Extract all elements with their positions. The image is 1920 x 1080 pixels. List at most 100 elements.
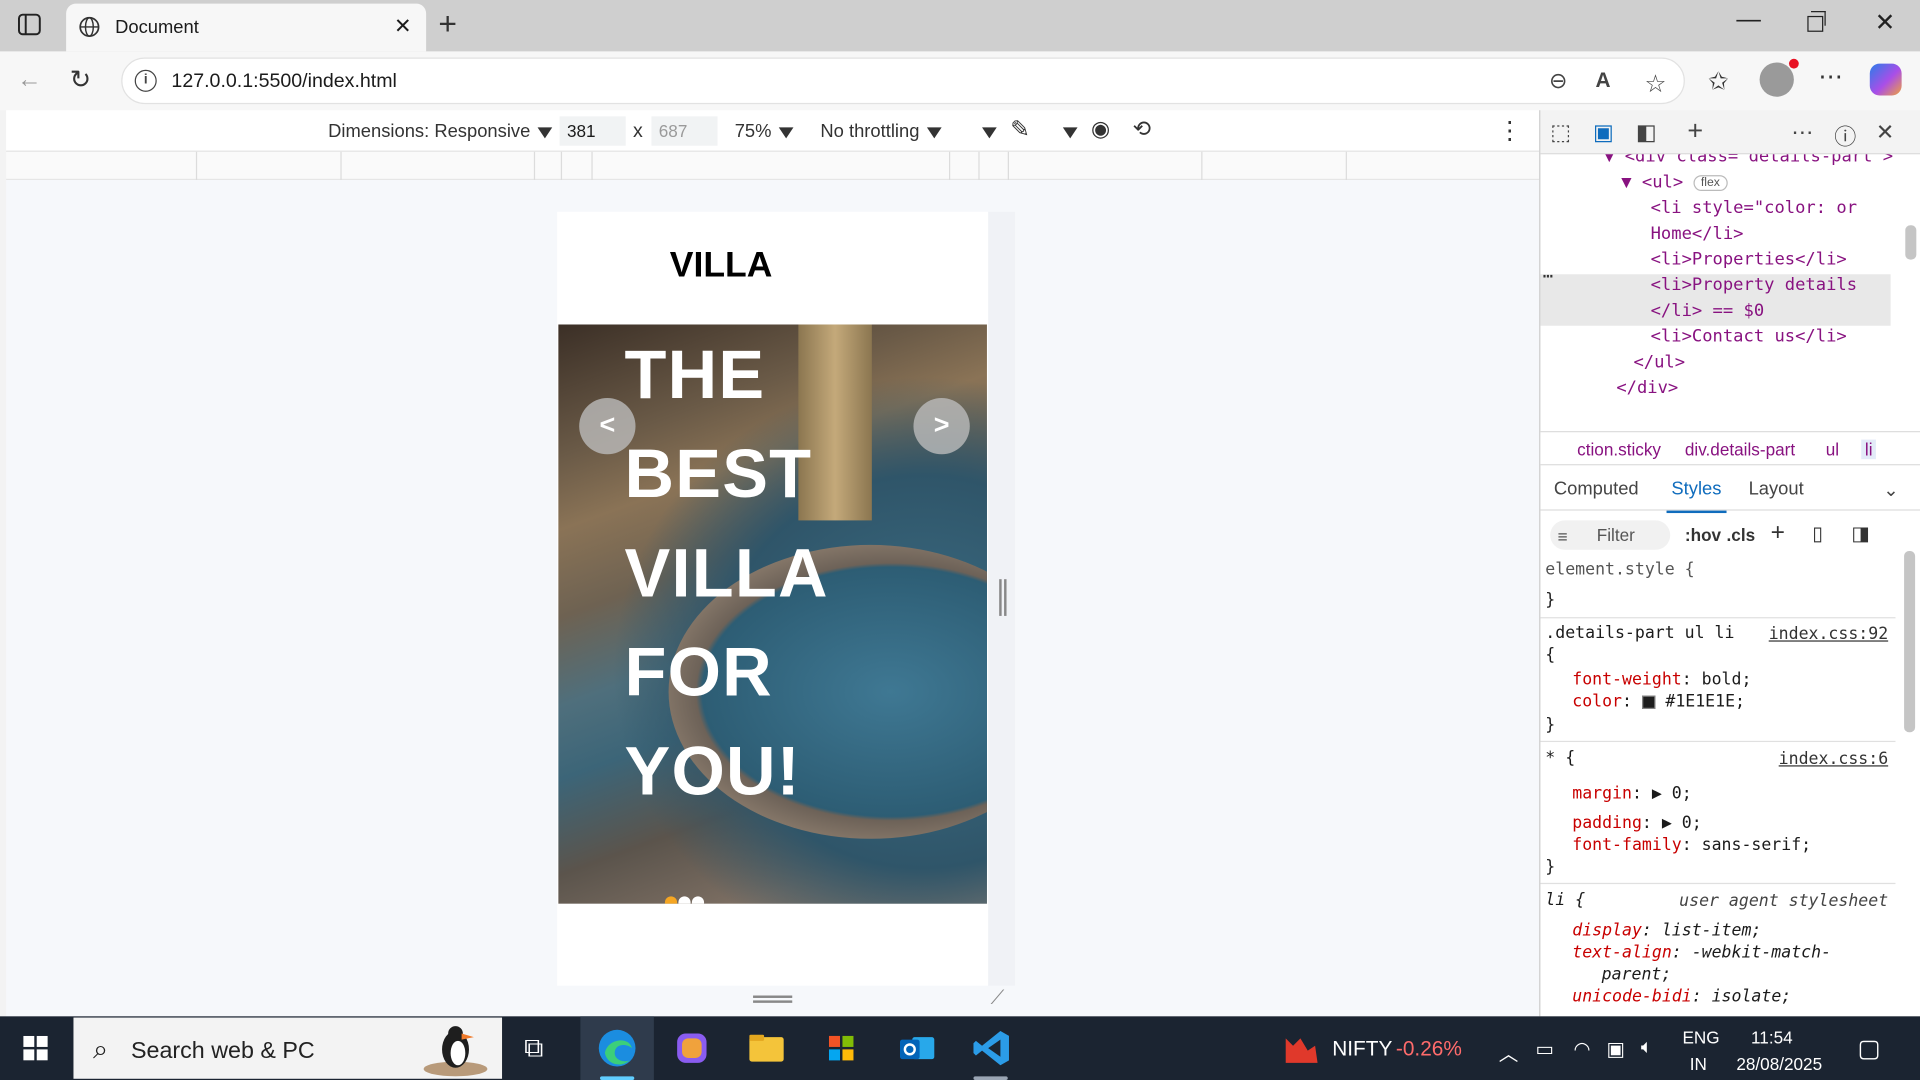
paint-icon[interactable]: ▯ <box>1812 522 1823 546</box>
language-top[interactable]: ENG <box>1682 1027 1719 1047</box>
close-devtools-icon[interactable]: ✕ <box>1876 120 1894 146</box>
url-text[interactable]: 127.0.0.1:5500/index.html <box>171 71 396 93</box>
clock-date[interactable]: 28/08/2025 <box>1736 1054 1822 1074</box>
slide-dot[interactable] <box>691 896 705 904</box>
battery-icon[interactable]: ▭ <box>1536 1037 1555 1061</box>
node-actions-icon[interactable]: ⋯ <box>1543 267 1553 287</box>
rule-selector[interactable]: li { <box>1545 890 1585 910</box>
device-emulation-icon[interactable]: ▣ <box>1593 120 1614 146</box>
breadcrumb-item[interactable]: ul <box>1826 440 1839 460</box>
copilot-icon[interactable] <box>1869 63 1902 96</box>
prev-slide-button[interactable]: < <box>579 397 636 455</box>
task-view-icon[interactable]: ⧉ <box>524 1032 543 1064</box>
volume-icon[interactable]: 🔈︎ <box>1641 1037 1653 1059</box>
dom-line[interactable]: ▼ <ul> flex <box>1621 173 1728 192</box>
style-property[interactable]: margin: ▶ 0; <box>1572 784 1691 804</box>
wifi-icon[interactable]: ◠ <box>1573 1037 1590 1061</box>
taskbar-search[interactable]: ⌕ Search web & PC <box>73 1017 503 1079</box>
minimize-icon[interactable]: — <box>1736 6 1760 34</box>
elements-tree[interactable]: ▼ <div class= details-part > ▼ <ul> flex… <box>1540 154 1920 448</box>
element-style-selector[interactable]: element.style { <box>1545 560 1694 580</box>
dimensions-dropdown[interactable]: Dimensions: Responsive <box>328 121 553 142</box>
outlook-icon[interactable] <box>895 1026 939 1070</box>
resize-handle-right[interactable] <box>999 579 1007 616</box>
breadcrumb-item[interactable]: li <box>1861 439 1877 460</box>
flex-badge[interactable]: flex <box>1693 174 1728 191</box>
color-picker-icon[interactable]: ✎ <box>1010 116 1029 144</box>
chevron-down-icon[interactable]: ⌄ <box>1883 479 1898 501</box>
site-info-icon[interactable]: i <box>134 69 157 92</box>
more-options-icon[interactable]: ⋯ <box>1818 61 1842 92</box>
profile-avatar[interactable] <box>1759 58 1799 97</box>
restore-icon[interactable] <box>1807 11 1826 32</box>
device-more-icon[interactable]: ⋮ <box>1498 115 1522 146</box>
throttling-dropdown[interactable]: No throttling <box>820 121 942 142</box>
copilot-app-icon[interactable] <box>670 1026 714 1070</box>
address-bar[interactable]: i 127.0.0.1:5500/index.html ⊖ A ☆ <box>121 57 1685 105</box>
height-input[interactable]: 687 <box>651 116 718 146</box>
rule-selector[interactable]: .details-part ul li <box>1545 623 1734 643</box>
language-bottom[interactable]: IN <box>1690 1054 1707 1074</box>
media-query-ruler[interactable] <box>6 151 1540 181</box>
add-tool-icon[interactable]: + <box>1687 115 1703 147</box>
cls-toggle[interactable]: .cls <box>1727 525 1756 545</box>
devtools-more-icon[interactable]: ⋯ <box>1791 120 1813 146</box>
tab-actions-icon[interactable] <box>17 12 41 36</box>
dom-line[interactable]: <li style="color: or <box>1651 198 1857 218</box>
favorite-star-icon[interactable]: ☆ <box>1644 69 1666 100</box>
file-explorer-icon[interactable] <box>744 1026 788 1070</box>
breadcrumb-item[interactable]: div.details-part <box>1685 440 1795 460</box>
dom-line[interactable]: <li>Properties</li> <box>1651 250 1847 270</box>
zoom-out-icon[interactable]: ⊖ <box>1549 69 1567 95</box>
rule-selector[interactable]: * { <box>1545 748 1575 768</box>
back-icon[interactable]: ← <box>17 66 41 94</box>
more-device-dropdown[interactable] <box>975 121 997 142</box>
new-rule-icon[interactable]: + <box>1771 519 1785 547</box>
stock-down-icon[interactable] <box>1283 1031 1320 1065</box>
dom-line[interactable]: ▼ <div class= details-part > <box>1604 154 1893 166</box>
window-close-icon[interactable]: ✕ <box>1875 7 1896 38</box>
dom-vertical-scrollbar[interactable] <box>1905 225 1917 260</box>
style-property[interactable]: font-family: sans-serif; <box>1572 835 1811 855</box>
clock-time[interactable]: 11:54 <box>1751 1027 1793 1047</box>
source-link[interactable]: index.css:92 <box>1769 624 1888 644</box>
vision-dropdown[interactable] <box>1056 121 1078 142</box>
notifications-icon[interactable]: ▢ <box>1858 1033 1881 1064</box>
tab-computed[interactable]: Computed <box>1554 479 1639 500</box>
site-logo[interactable]: VILLA <box>670 246 773 286</box>
dom-line[interactable]: Home</li> <box>1651 224 1744 244</box>
new-tab-icon[interactable]: + <box>438 7 457 39</box>
hov-toggle[interactable]: :hov <box>1685 525 1721 545</box>
favorites-icon[interactable]: ✩ <box>1708 66 1729 97</box>
styles-scrollbar[interactable] <box>1904 551 1916 733</box>
network-icon[interactable]: ▣ <box>1607 1037 1626 1061</box>
next-slide-button[interactable]: > <box>913 397 970 455</box>
style-property[interactable]: font-weight: bold; <box>1572 670 1751 690</box>
breadcrumb-item[interactable]: ction.sticky <box>1577 440 1661 460</box>
dom-line[interactable]: </div> <box>1616 378 1678 398</box>
filter-input[interactable]: Filter <box>1550 520 1671 550</box>
windows-start-icon[interactable] <box>23 1035 48 1061</box>
dom-line[interactable]: </li> == $0 <box>1651 301 1765 321</box>
eye-icon[interactable]: ◉ <box>1091 116 1110 142</box>
store-icon[interactable] <box>819 1026 863 1070</box>
vscode-icon[interactable] <box>970 1026 1014 1070</box>
source-link[interactable]: index.css:6 <box>1779 749 1888 769</box>
tab-styles[interactable]: Styles <box>1666 479 1727 514</box>
read-aloud-icon[interactable]: A <box>1596 69 1611 93</box>
toggle-sidebar-icon[interactable]: ◨ <box>1851 522 1870 546</box>
help-icon[interactable]: ⓘ <box>1834 120 1856 152</box>
style-property[interactable]: padding: ▶ 0; <box>1572 813 1701 833</box>
resize-corner-icon[interactable]: ⟋ <box>991 988 1005 1010</box>
zoom-dropdown[interactable]: 75% <box>735 121 794 142</box>
close-tab-icon[interactable]: ✕ <box>394 15 411 39</box>
stock-change[interactable]: -0.26% <box>1396 1037 1462 1061</box>
dom-line[interactable]: </ul> <box>1633 353 1685 373</box>
color-swatch[interactable] <box>1641 694 1656 709</box>
hidden-icons-chevron-icon[interactable]: ︿ <box>1499 1037 1519 1066</box>
browser-tab[interactable]: Document ✕ <box>66 3 427 52</box>
rotate-icon[interactable]: ⟲ <box>1133 116 1151 142</box>
tab-layout[interactable]: Layout <box>1749 479 1804 500</box>
width-input[interactable]: 381 <box>559 116 626 146</box>
style-property[interactable]: color: #1E1E1E; <box>1572 692 1745 712</box>
